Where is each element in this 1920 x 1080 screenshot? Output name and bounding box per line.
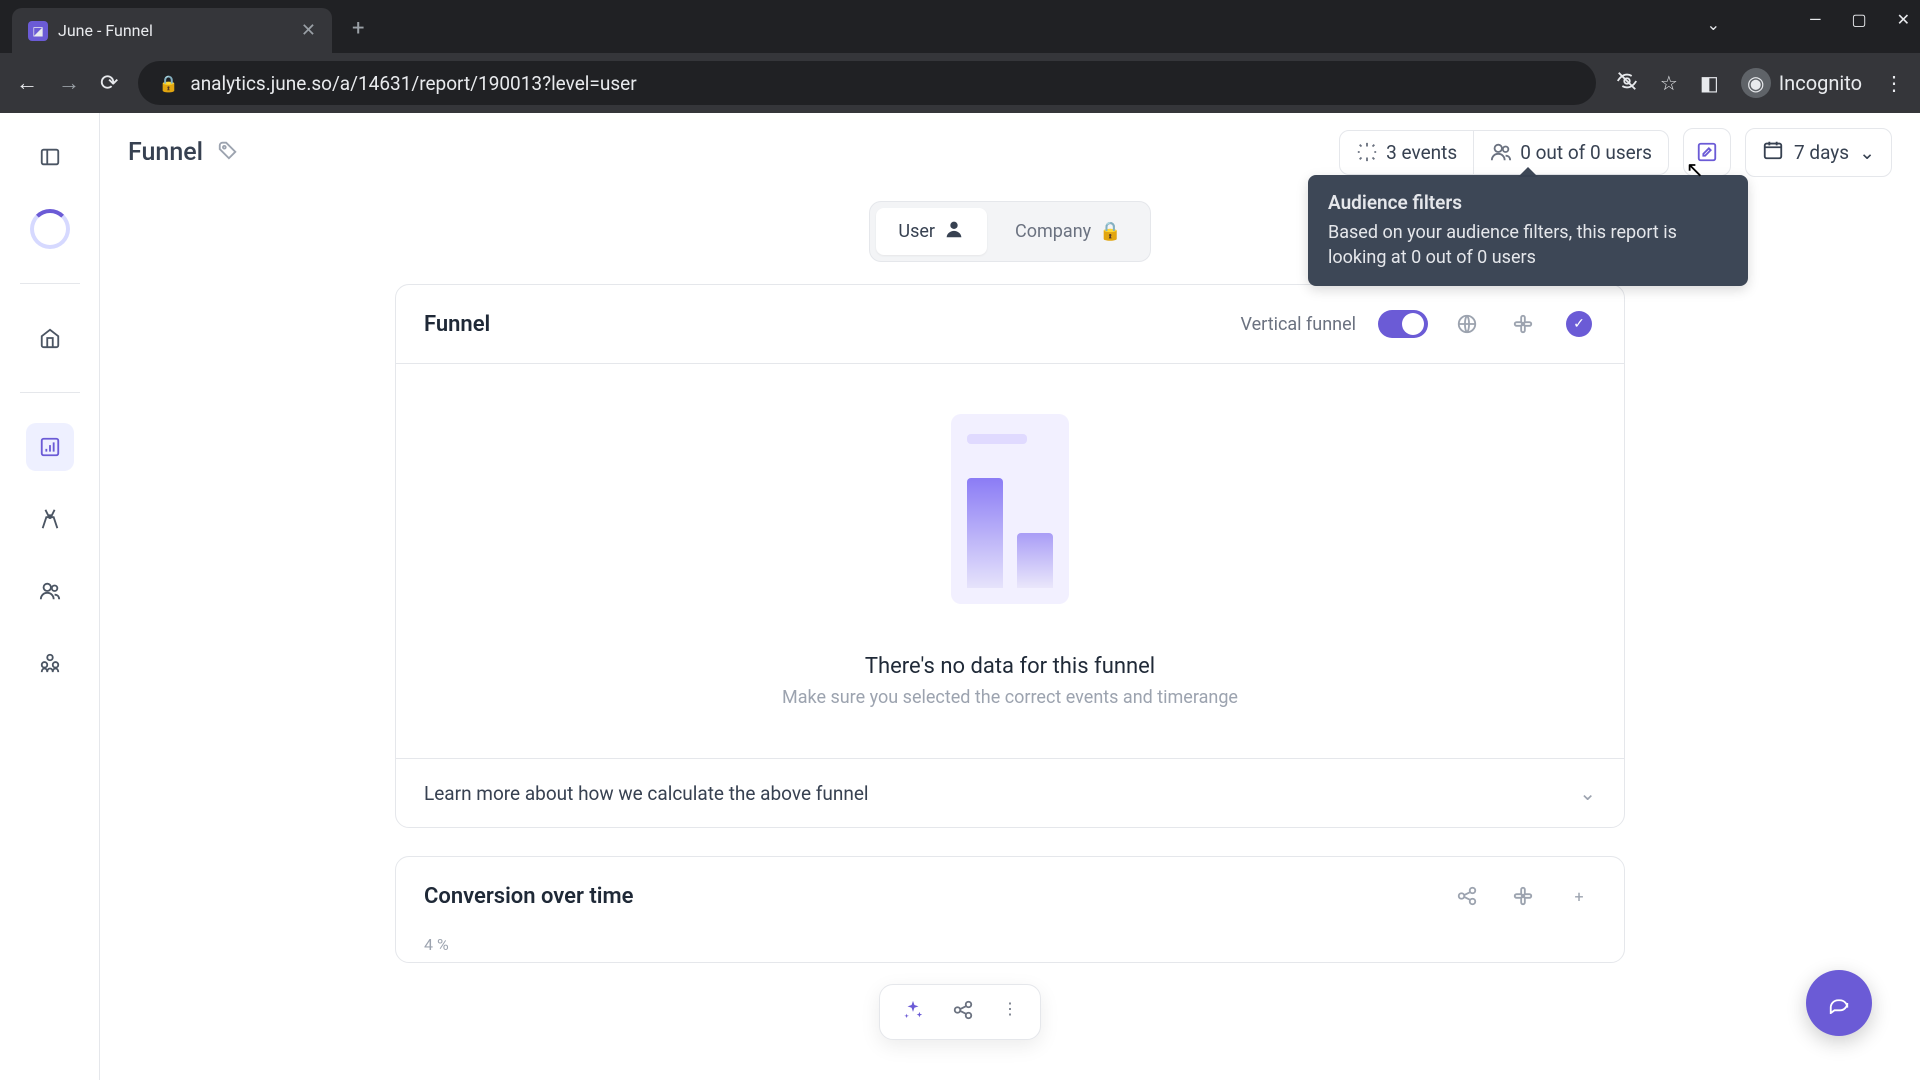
sidebar-events[interactable] <box>26 495 74 543</box>
browser-tab[interactable]: ◪ June - Funnel ✕ <box>12 8 332 53</box>
empty-state-title: There's no data for this funnel <box>424 654 1596 679</box>
incognito-avatar-icon: ◉ <box>1741 68 1771 98</box>
funnel-card-actions: Vertical funnel ✓ <box>1241 307 1596 341</box>
placeholder-chart-icon <box>951 414 1069 604</box>
sidebar-home[interactable] <box>26 314 74 362</box>
lock-icon: 🔒 <box>1099 221 1121 242</box>
header-actions: 3 events 0 out of 0 users <box>1339 128 1892 177</box>
add-icon[interactable]: + <box>1562 879 1596 913</box>
new-tab-button[interactable]: + <box>352 16 364 41</box>
back-button[interactable]: ← <box>16 70 38 96</box>
more-menu-icon[interactable]: ⋮ <box>1002 999 1018 1025</box>
date-range-label: 7 days <box>1794 141 1849 164</box>
empty-state-subtitle: Make sure you selected the correct event… <box>424 687 1596 708</box>
level-company-button[interactable]: Company 🔒 <box>993 208 1144 255</box>
reader-icon[interactable]: ◧ <box>1700 71 1719 95</box>
share-icon[interactable] <box>1450 879 1484 913</box>
floating-action-bar: ⋮ <box>879 984 1041 1040</box>
divider <box>20 392 80 393</box>
tab-strip: ◪ June - Funnel ✕ + ⌄ — ▢ ✕ <box>0 0 1920 53</box>
edit-button[interactable] <box>1683 128 1731 176</box>
reload-button[interactable]: ⟳ <box>100 71 118 96</box>
sidebar-users[interactable] <box>26 567 74 615</box>
level-user-label: User <box>898 221 935 242</box>
vertical-funnel-label: Vertical funnel <box>1241 314 1356 335</box>
forward-button[interactable]: → <box>58 70 80 96</box>
level-toggle-group: User Company 🔒 <box>869 201 1150 262</box>
conversion-card-title: Conversion over time <box>424 884 633 909</box>
address-bar: ← → ⟳ 🔒 analytics.june.so/a/14631/report… <box>0 53 1920 113</box>
sidebar-logo[interactable] <box>26 205 74 253</box>
tab-title: June - Funnel <box>58 21 153 40</box>
tag-icon[interactable] <box>217 139 239 166</box>
conversion-card: Conversion over time + 4 % <box>395 856 1625 963</box>
users-icon <box>1490 141 1512 163</box>
incognito-chip[interactable]: ◉ Incognito <box>1741 68 1862 98</box>
chat-button[interactable] <box>1806 970 1872 1036</box>
window-controls: — ▢ ✕ <box>1809 10 1910 29</box>
audience-label: 0 out of 0 users <box>1520 141 1652 164</box>
sidebar-companies[interactable] <box>26 639 74 687</box>
browser-chrome: ◪ June - Funnel ✕ + ⌄ — ▢ ✕ ← → ⟳ 🔒 anal… <box>0 0 1920 113</box>
slack-icon[interactable] <box>1506 879 1540 913</box>
page-title: Funnel <box>128 138 203 167</box>
user-icon <box>943 218 965 245</box>
maximize-icon[interactable]: ▢ <box>1851 10 1866 29</box>
check-badge-icon[interactable]: ✓ <box>1562 307 1596 341</box>
level-user-button[interactable]: User <box>876 208 987 255</box>
ai-sparkle-icon[interactable] <box>902 999 924 1025</box>
funnel-card: Funnel Vertical funnel ✓ <box>395 284 1625 828</box>
close-tab-icon[interactable]: ✕ <box>301 20 316 41</box>
tooltip-title: Audience filters <box>1328 191 1728 214</box>
content-area: User Company 🔒 Funnel Vertic <box>100 201 1920 963</box>
browser-menu-icon[interactable]: ⋮ <box>1884 71 1904 95</box>
funnel-card-header: Funnel Vertical funnel ✓ <box>396 285 1624 363</box>
events-label: 3 events <box>1386 141 1457 164</box>
chevron-down-icon: ⌄ <box>1859 141 1875 164</box>
url-input[interactable]: 🔒 analytics.june.so/a/14631/report/19001… <box>138 61 1595 105</box>
address-bar-actions: ☆ ◧ ◉ Incognito ⋮ <box>1616 68 1904 98</box>
favicon-icon: ◪ <box>28 21 48 41</box>
share-icon[interactable] <box>952 999 974 1025</box>
tab-list-chevron-icon[interactable]: ⌄ <box>1707 15 1720 34</box>
minimize-icon[interactable]: — <box>1809 10 1822 29</box>
slack-icon[interactable] <box>1506 307 1540 341</box>
level-company-label: Company <box>1015 221 1091 242</box>
bookmark-star-icon[interactable]: ☆ <box>1660 71 1678 95</box>
lock-icon: 🔒 <box>158 74 178 93</box>
calendar-icon <box>1762 139 1784 166</box>
conversion-card-header: Conversion over time + <box>396 857 1624 935</box>
tracking-off-icon[interactable] <box>1616 70 1638 97</box>
sidebar-collapse-button[interactable] <box>26 133 74 181</box>
main-content: Funnel 3 events 0 out <box>100 113 1920 1080</box>
app-root: Funnel 3 events 0 out <box>0 113 1920 1080</box>
url-text: analytics.june.so/a/14631/report/190013?… <box>190 72 636 95</box>
learn-more-row[interactable]: Learn more about how we calculate the ab… <box>396 758 1624 827</box>
sparkle-icon <box>1356 141 1378 163</box>
events-segment[interactable]: 3 events <box>1340 131 1473 174</box>
audience-segment[interactable]: 0 out of 0 users <box>1473 131 1668 174</box>
y-axis-label: 4 % <box>396 935 1624 962</box>
learn-more-label: Learn more about how we calculate the ab… <box>424 782 869 805</box>
conversion-card-actions: + <box>1450 879 1596 913</box>
tooltip-body: Based on your audience filters, this rep… <box>1328 220 1728 270</box>
chevron-down-icon: ⌄ <box>1579 781 1596 805</box>
report-setup-pill: 3 events 0 out of 0 users <box>1339 130 1669 175</box>
vertical-funnel-toggle[interactable] <box>1378 310 1428 338</box>
audience-filters-tooltip: Audience filters Based on your audience … <box>1308 175 1748 286</box>
funnel-card-body: There's no data for this funnel Make sur… <box>396 363 1624 758</box>
incognito-label: Incognito <box>1779 71 1862 95</box>
close-window-icon[interactable]: ✕ <box>1897 10 1910 29</box>
funnel-card-title: Funnel <box>424 312 490 337</box>
divider <box>20 283 80 284</box>
date-range-selector[interactable]: 7 days ⌄ <box>1745 128 1892 177</box>
sidebar <box>0 113 100 1080</box>
sidebar-reports[interactable] <box>26 423 74 471</box>
globe-icon[interactable] <box>1450 307 1484 341</box>
